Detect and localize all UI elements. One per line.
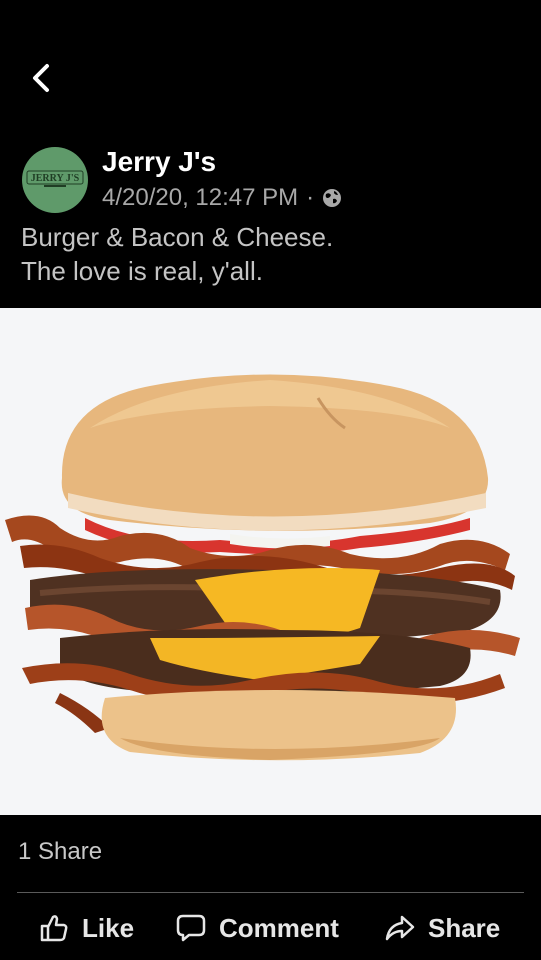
share-button[interactable]: Share — [384, 902, 500, 954]
globe-icon — [323, 189, 342, 207]
avatar[interactable]: JERRY J'S — [22, 147, 88, 213]
burger-image — [5, 374, 520, 761]
like-button[interactable]: Like — [38, 902, 134, 954]
like-label: Like — [82, 912, 135, 943]
comment-button[interactable]: Comment — [175, 902, 339, 954]
action-bar: Like Comment Share — [0, 902, 541, 954]
post-timestamp[interactable]: 4/20/20, 12:47 PM — [102, 184, 298, 212]
svg-text:JERRY J'S: JERRY J'S — [31, 173, 80, 184]
post-caption: Burger & Bacon & Cheese. The love is rea… — [21, 220, 333, 288]
post-meta: 4/20/20, 12:47 PM · — [102, 184, 342, 212]
caption-line: The love is real, y'all. — [21, 256, 263, 286]
post-photo[interactable] — [0, 308, 541, 815]
caption-line: Burger & Bacon & Cheese. — [21, 222, 334, 252]
meta-separator: · — [306, 184, 315, 211]
jerry-js-logo: JERRY J'S — [26, 170, 84, 187]
page-name[interactable]: Jerry J's — [102, 146, 216, 178]
comment-label: Comment — [219, 912, 339, 943]
share-arrow-icon — [385, 915, 415, 941]
divider — [17, 892, 524, 893]
chevron-left-icon — [33, 64, 49, 92]
thumbs-up-icon — [40, 915, 68, 942]
share-count[interactable]: 1 Share — [18, 838, 102, 866]
comment-bubble-icon — [176, 914, 206, 942]
back-button[interactable] — [24, 60, 58, 96]
share-label: Share — [428, 912, 501, 943]
